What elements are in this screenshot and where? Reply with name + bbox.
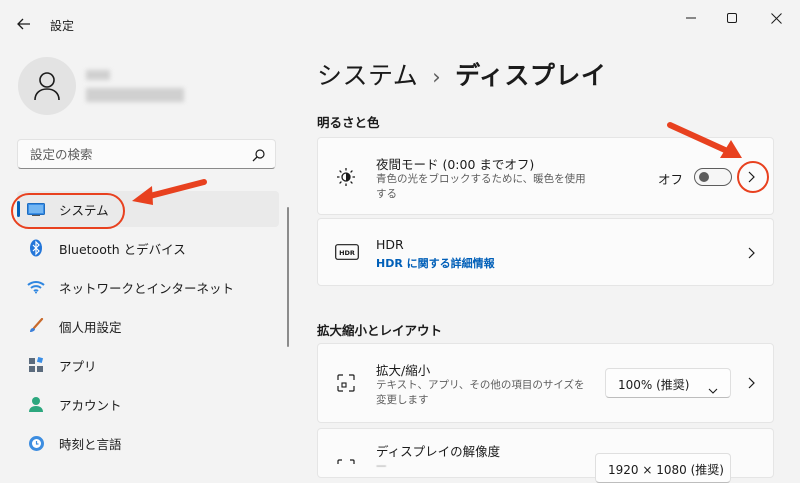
night-light-card[interactable]: 夜間モード (0:00 までオフ) 青色の光をブロックするために、暖色を使用する… [317,137,774,215]
system-display-icon [27,200,45,218]
bluetooth-icon [27,239,45,257]
search-input[interactable] [28,146,242,163]
minimize-button[interactable] [680,9,702,27]
breadcrumb-parent[interactable]: システム [317,61,418,90]
section-title-brightness: 明るさと色 [317,115,380,130]
brush-icon [27,317,45,335]
search-icon[interactable] [252,147,266,166]
brightness-sun-icon [335,166,357,188]
night-light-chevron-right-icon[interactable] [745,170,757,184]
hdr-learn-more-link[interactable]: HDR に関する詳細情報 [376,255,495,271]
back-button[interactable] [14,14,34,34]
breadcrumb-separator: › [432,65,442,89]
time-language-icon [27,434,45,452]
toggle-knob [699,172,709,182]
back-arrow-icon [17,18,30,30]
app-title: 設定 [50,19,75,33]
sidebar-item-label: システム [59,202,109,218]
sidebar-item-apps[interactable]: アプリ [17,347,279,383]
sidebar-item-accounts[interactable]: アカウント [17,386,279,422]
scale-dropdown-value: 100% (推奨) [618,378,690,392]
sidebar-scrollbar[interactable] [287,207,289,347]
profile-name-redacted [86,70,110,80]
person-icon [34,72,60,101]
scale-description: テキスト、アプリ、その他の項目のサイズを変更します [376,379,585,406]
close-icon [770,12,782,24]
hdr-card[interactable]: HDR HDR HDR に関する詳細情報 [317,218,774,286]
resolution-description: — [376,460,387,472]
sidebar-item-personalization[interactable]: 個人用設定 [17,308,279,344]
settings-search-box[interactable] [17,139,276,169]
chevron-down-icon [708,379,718,398]
close-button[interactable] [765,9,787,27]
maximize-button[interactable] [721,9,743,27]
sidebar-item-label: アカウント [59,397,122,413]
wifi-icon [27,278,45,296]
scale-dropdown[interactable]: 100% (推奨) [605,368,731,398]
svg-text:HDR: HDR [339,249,355,257]
sidebar-item-label: Bluetooth とデバイス [59,241,186,257]
maximize-icon [727,13,737,23]
night-light-toggle-label: オフ [658,172,684,187]
selection-indicator [17,201,20,217]
resolution-icon [335,455,357,477]
scale-title: 拡大/縮小 [376,363,431,378]
resolution-card[interactable]: ディスプレイの解像度 — 1920 × 1080 (推奨) [317,428,774,483]
scale-resize-icon [335,372,357,394]
sidebar-item-label: 個人用設定 [59,319,122,335]
sidebar-item-network[interactable]: ネットワークとインターネット [17,269,279,305]
resolution-title: ディスプレイの解像度 [376,444,501,459]
profile-email-redacted [86,88,184,102]
hdr-title: HDR [376,237,404,252]
apps-icon [27,356,45,374]
breadcrumb: システム › ディスプレイ [317,56,606,92]
scale-chevron-right-icon[interactable] [745,376,757,390]
scale-card[interactable]: 拡大/縮小 テキスト、アプリ、その他の項目のサイズを変更します 100% (推奨… [317,343,774,423]
minimize-icon [686,17,696,19]
night-light-title: 夜間モード (0:00 までオフ) [376,157,535,172]
account-icon [27,395,45,413]
sidebar-item-time-language[interactable]: 時刻と言語 [17,425,279,461]
night-light-toggle[interactable] [694,168,732,186]
resolution-dropdown[interactable]: 1920 × 1080 (推奨) [595,453,731,483]
hdr-chevron-right-icon[interactable] [745,246,757,260]
sidebar-item-system[interactable]: システム [17,191,279,227]
sidebar-item-label: アプリ [59,358,97,374]
avatar[interactable] [18,57,76,115]
sidebar-item-bluetooth[interactable]: Bluetooth とデバイス [17,230,279,266]
resolution-dropdown-value: 1920 × 1080 (推奨) [608,463,724,477]
sidebar-item-label: ネットワークとインターネット [59,280,235,296]
night-light-description: 青色の光をブロックするために、暖色を使用する [376,173,586,200]
sidebar-item-label: 時刻と言語 [59,436,122,452]
breadcrumb-current: ディスプレイ [455,61,607,90]
hdr-icon: HDR [335,241,359,263]
section-title-scale-layout: 拡大縮小とレイアウト [317,323,443,338]
